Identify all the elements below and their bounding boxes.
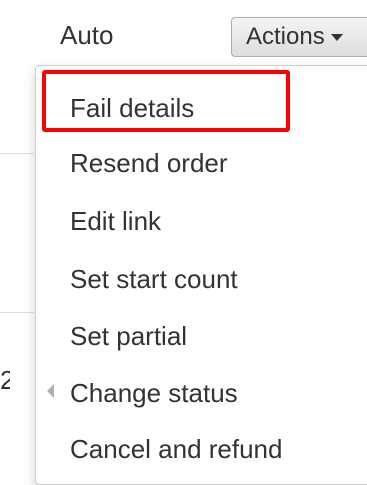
mode-label: Auto xyxy=(60,20,114,50)
menu-item-resend-order[interactable]: Resend order xyxy=(70,148,228,178)
menu-item-fail-details[interactable]: Fail details xyxy=(70,93,194,123)
actions-dropdown-menu: Fail details Resend order Edit link Set … xyxy=(35,65,367,485)
menu-item-set-start-count[interactable]: Set start count xyxy=(70,264,238,294)
caret-down-icon xyxy=(330,34,343,42)
menu-item-change-status[interactable]: Change status xyxy=(70,378,238,408)
table-divider xyxy=(0,312,34,313)
menu-item-edit-link[interactable]: Edit link xyxy=(70,206,161,236)
menu-item-cancel-and-refund[interactable]: Cancel and refund xyxy=(70,434,282,464)
menu-item-set-partial[interactable]: Set partial xyxy=(70,321,187,351)
table-cell-fragment: 2. xyxy=(0,365,10,395)
caret-left-icon xyxy=(47,384,54,398)
actions-button[interactable]: Actions xyxy=(231,17,367,57)
actions-button-label: Actions xyxy=(246,23,325,50)
table-divider xyxy=(0,153,34,154)
